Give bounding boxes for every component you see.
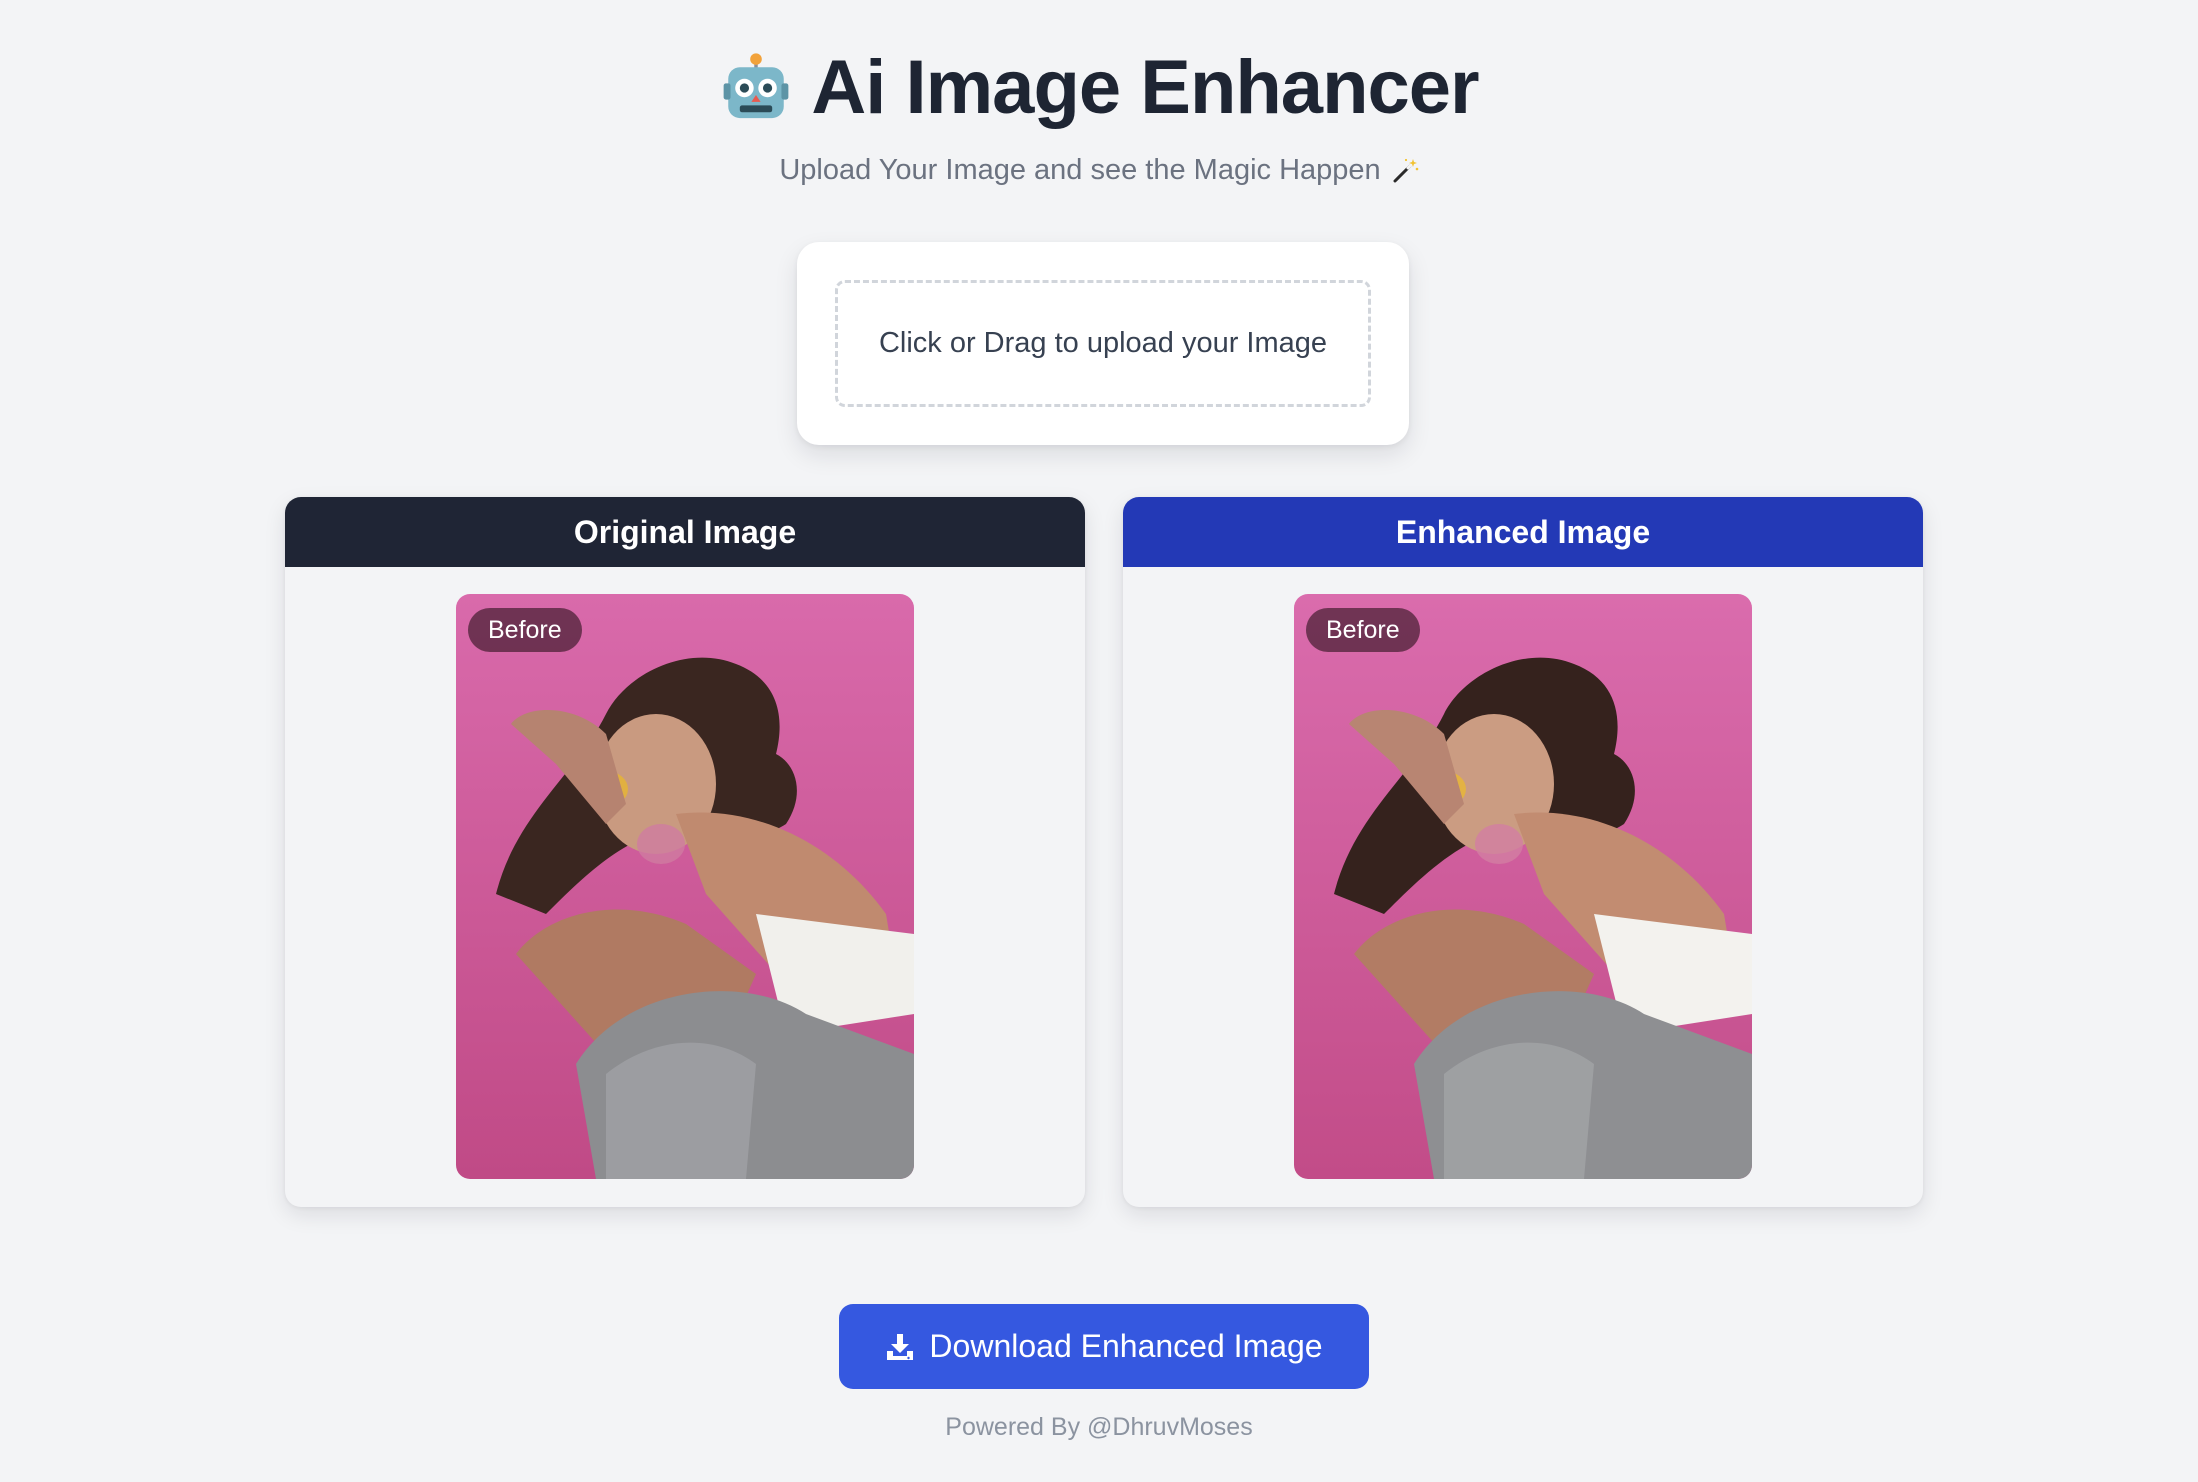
- app-subtitle-text: Upload Your Image and see the Magic Happ…: [779, 154, 1381, 186]
- enhanced-panel-title: Enhanced Image: [1395, 513, 1651, 550]
- enhanced-photo-image: [1294, 594, 1752, 1179]
- page-header: Ai Image Enhancer Upload Your Image and …: [0, 50, 2198, 187]
- app-title: Ai Image Enhancer: [719, 45, 1480, 130]
- original-photo-image: [456, 594, 914, 1179]
- original-photo: Before: [456, 594, 914, 1179]
- upload-dropzone[interactable]: Click or Drag to upload your Image: [835, 280, 1371, 407]
- app-subtitle: Upload Your Image and see the Magic Happ…: [779, 154, 1418, 187]
- download-button-label: Download Enhanced Image: [929, 1328, 1323, 1364]
- before-badge: Before: [1306, 608, 1420, 652]
- before-badge: Before: [468, 608, 582, 652]
- footer-credit: Powered By @DhruvMoses: [945, 1413, 1253, 1441]
- enhanced-photo: Before: [1294, 594, 1752, 1179]
- upload-card: Click or Drag to upload your Image: [797, 242, 1409, 445]
- original-panel-title: Original Image: [573, 513, 797, 550]
- magic-wand-icon: [1393, 158, 1418, 182]
- original-panel-header: Original Image: [285, 497, 1085, 567]
- download-enhanced-button[interactable]: Download Enhanced Image: [839, 1304, 1369, 1389]
- enhanced-image-panel: Enhanced Image Before: [1123, 497, 1923, 1207]
- app-title-text: Ai Image Enhancer: [811, 45, 1479, 130]
- original-image-panel: Original Image Before: [285, 497, 1085, 1207]
- robot-icon: [724, 53, 789, 119]
- upload-prompt: Click or Drag to upload your Image: [878, 327, 1328, 359]
- enhanced-panel-header: Enhanced Image: [1123, 497, 1923, 567]
- download-icon: [887, 1333, 914, 1360]
